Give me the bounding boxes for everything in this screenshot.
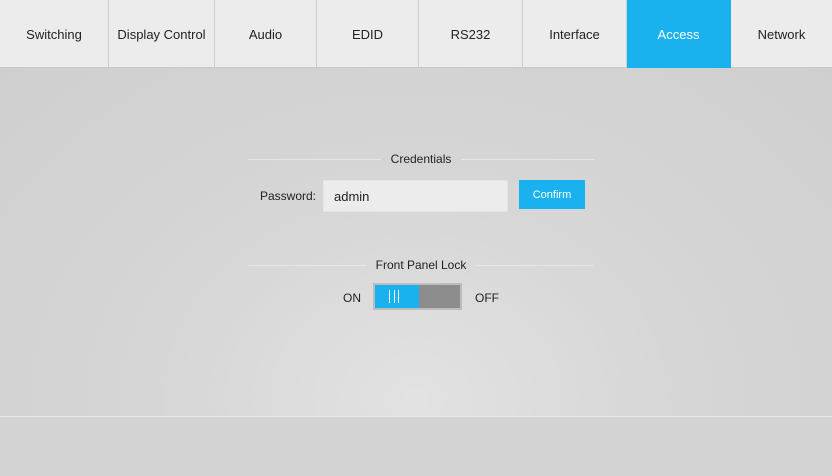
front-panel-lock-title: Front Panel Lock xyxy=(375,258,467,272)
tab-access[interactable]: Access xyxy=(627,0,731,68)
divider-line xyxy=(476,264,594,266)
divider-line xyxy=(248,158,381,160)
confirm-button[interactable]: Confirm xyxy=(519,180,585,209)
divider-line xyxy=(461,158,595,160)
credentials-heading: Credentials xyxy=(248,151,595,167)
tab-edid[interactable]: EDID xyxy=(317,0,419,68)
tab-audio[interactable]: Audio xyxy=(215,0,317,68)
front-panel-lock-heading: Front Panel Lock xyxy=(248,257,594,273)
tab-network[interactable]: Network xyxy=(731,0,832,68)
tab-bar: Switching Display Control Audio EDID RS2… xyxy=(0,0,832,68)
tab-interface[interactable]: Interface xyxy=(523,0,627,68)
lock-off-label: OFF xyxy=(475,291,499,305)
access-page: Switching Display Control Audio EDID RS2… xyxy=(0,0,832,476)
password-input[interactable] xyxy=(323,180,508,212)
front-panel-lock-toggle[interactable] xyxy=(373,283,462,310)
tab-rs232[interactable]: RS232 xyxy=(419,0,523,68)
divider-line xyxy=(248,264,366,266)
password-label: Password: xyxy=(259,189,316,203)
grip-icon xyxy=(389,290,399,303)
lock-on-label: ON xyxy=(343,291,361,305)
tab-display-control[interactable]: Display Control xyxy=(109,0,215,68)
credentials-title: Credentials xyxy=(390,152,452,166)
tab-switching[interactable]: Switching xyxy=(0,0,109,68)
footer-bar xyxy=(0,416,832,476)
access-panel xyxy=(0,68,832,416)
